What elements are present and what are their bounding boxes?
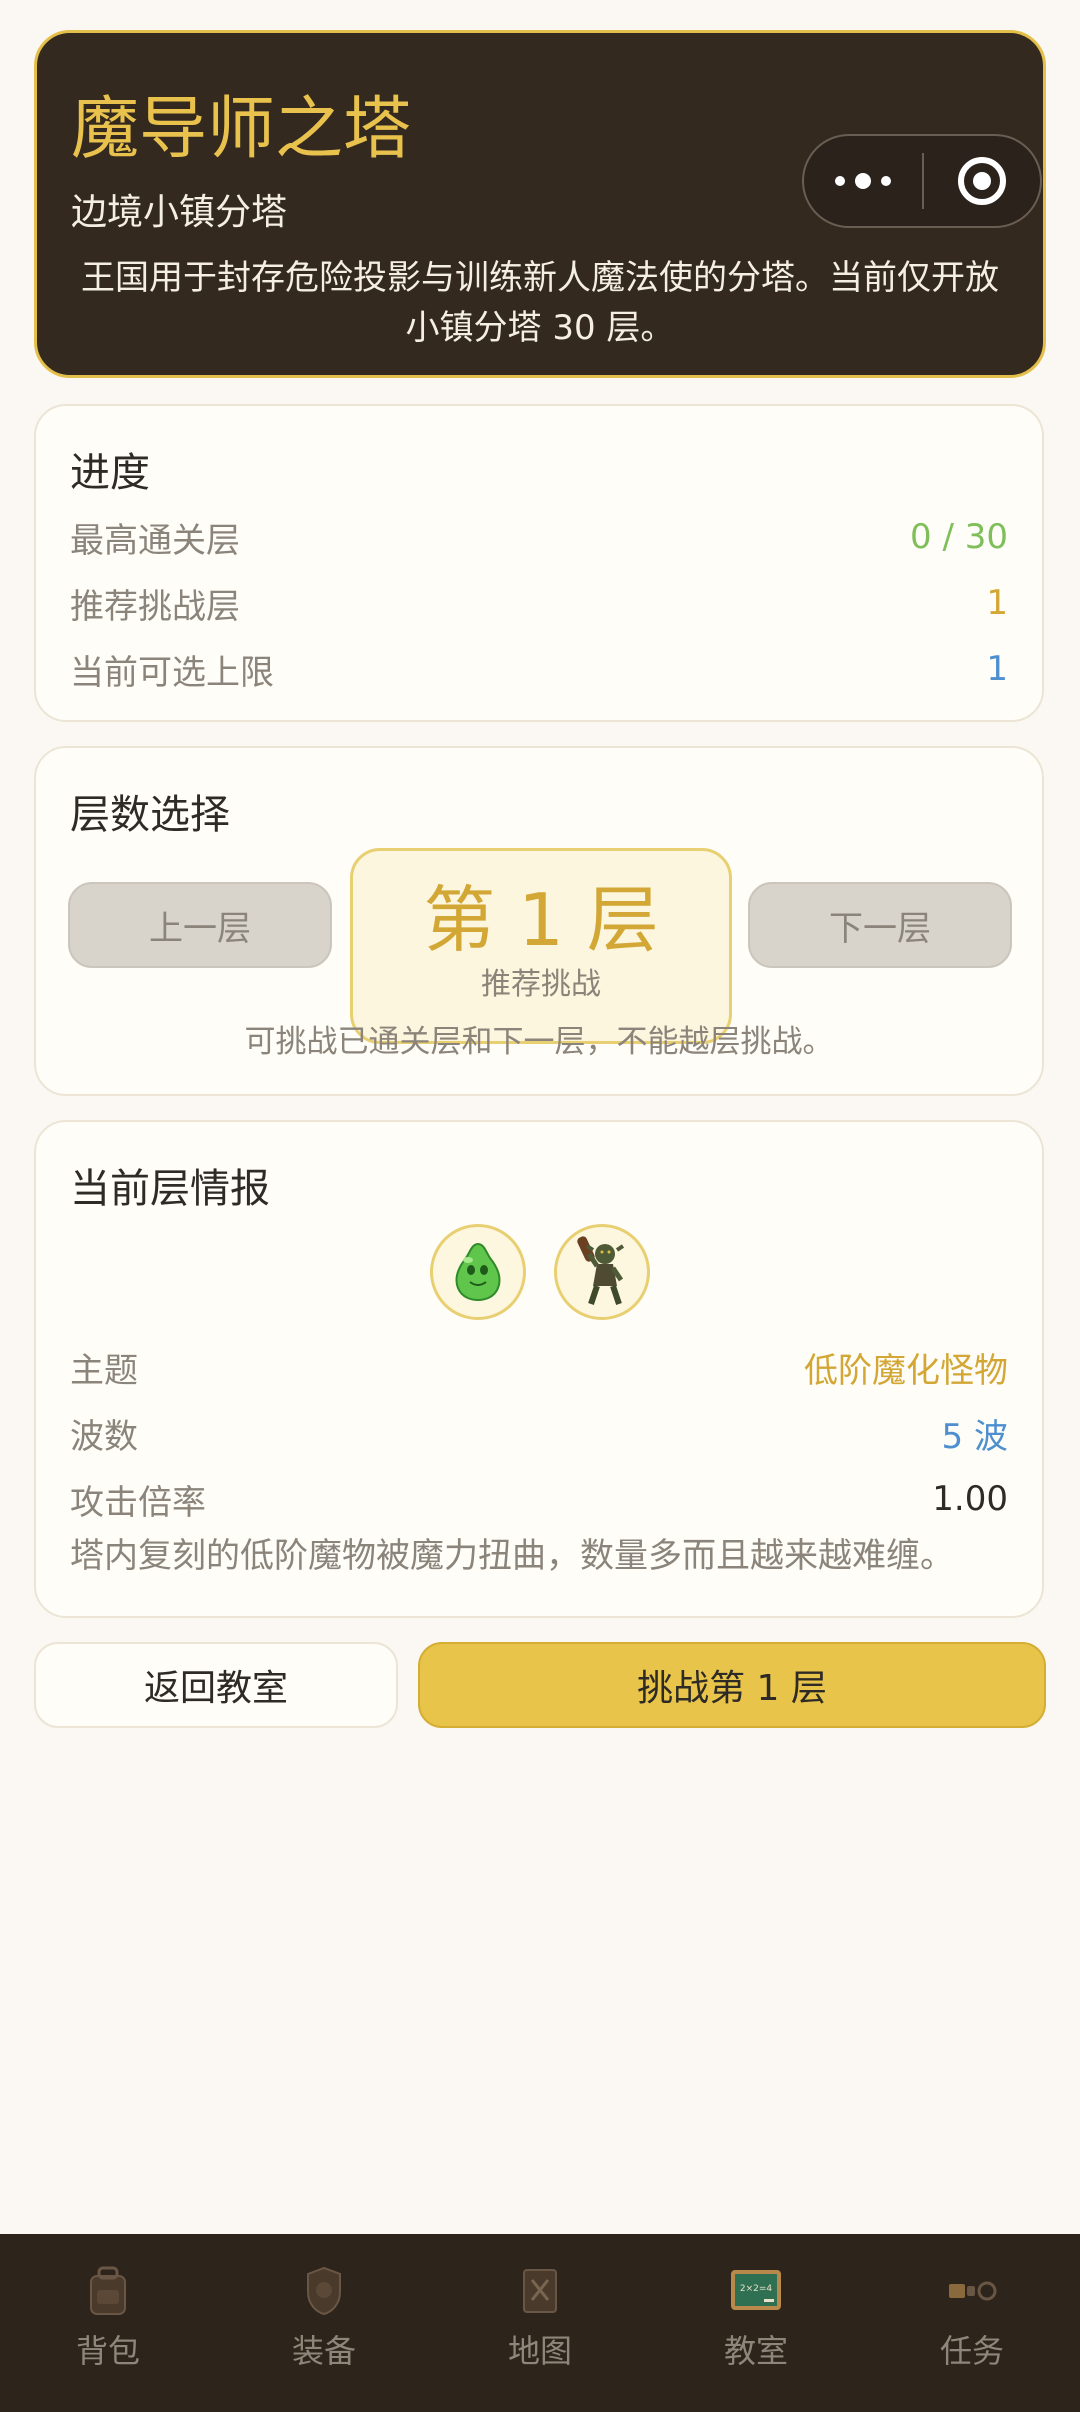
challenge-button[interactable]: 挑战第 1 层 [418,1642,1046,1728]
floor-info-card: 当前层情报 主题 低阶魔化怪物 波数 5 波 攻击倍率 1.00 塔内复刻的低阶… [34,1120,1044,1618]
row-value: 1 [986,583,1008,623]
prev-floor-button[interactable]: 上一层 [68,882,332,968]
row-value: 5 波 [941,1416,1008,1457]
tab-label: 地图 [507,2332,572,2370]
miniprogram-capsule [802,134,1042,228]
task-icon [945,2264,999,2318]
next-floor-button[interactable]: 下一层 [748,882,1012,968]
row-value: 低阶魔化怪物 [804,1350,1008,1391]
progress-row-limit: 当前可选上限 1 [70,644,1008,694]
row-value: 1 [986,649,1008,689]
row-label: 波数 [70,1416,138,1457]
target-circle-icon[interactable] [924,157,1040,205]
row-label: 当前可选上限 [70,652,274,693]
classroom-board-icon: 2×2=4 [729,2264,783,2318]
row-label: 主题 [70,1350,138,1391]
row-label: 攻击倍率 [70,1482,206,1523]
tower-subtitle: 边境小镇分塔 [71,192,288,233]
bottom-tabbar: 背包 装备 地图 2×2=4 教室 任务 [0,2234,1080,2412]
more-dots-icon[interactable] [804,173,922,189]
tab-label: 教室 [723,2332,788,2370]
row-label: 推荐挑战层 [70,586,240,627]
backpack-icon [81,2264,135,2318]
row-value: 0 / 30 [910,517,1008,557]
page-title: 魔导师之塔 [71,90,412,169]
floor-description: 塔内复刻的低阶魔物被魔力扭曲，数量多而且越来越难缠。 [70,1536,954,1576]
goblin-club-icon[interactable] [554,1224,650,1320]
info-row-waves: 波数 5 波 [70,1408,1008,1458]
tab-backpack[interactable]: 背包 [0,2234,216,2412]
progress-row-recommended: 推荐挑战层 1 [70,578,1008,628]
equipment-icon [297,2264,351,2318]
tab-map[interactable]: 地图 [432,2234,648,2412]
green-slime-icon[interactable] [430,1224,526,1320]
floor-select-card: 层数选择 上一层 第 1 层 推荐挑战 下一层 可挑战已通关层和下一层，不能越层… [34,746,1044,1096]
floor-info-title: 当前层情报 [70,1166,270,1212]
tab-equipment[interactable]: 装备 [216,2234,432,2412]
floor-hint: 可挑战已通关层和下一层，不能越层挑战。 [244,1024,834,1060]
tab-task[interactable]: 任务 [864,2234,1080,2412]
floor-select-title: 层数选择 [70,792,230,838]
progress-row-best: 最高通关层 0 / 30 [70,512,1008,562]
tab-label: 任务 [939,2332,1004,2370]
floor-number: 第 1 层 [423,878,659,962]
back-to-classroom-button[interactable]: 返回教室 [34,1642,398,1728]
current-floor-display: 第 1 层 推荐挑战 [350,848,732,1044]
map-icon [513,2264,567,2318]
tab-label: 背包 [75,2332,140,2370]
info-row-attack: 攻击倍率 1.00 [70,1474,1008,1524]
recommended-tag: 推荐挑战 [481,967,601,1002]
tab-label: 装备 [291,2332,356,2370]
tower-description: 王国用于封存危险投影与训练新人魔法使的分塔。当前仅开放小镇分塔 30 层。 [81,258,999,348]
row-label: 最高通关层 [70,520,240,561]
svg-text:2×2=4: 2×2=4 [740,2284,773,2294]
progress-card: 进度 最高通关层 0 / 30 推荐挑战层 1 当前可选上限 1 [34,404,1044,722]
progress-title: 进度 [70,450,150,496]
info-row-theme: 主题 低阶魔化怪物 [70,1342,1008,1392]
row-value: 1.00 [932,1479,1008,1519]
tab-classroom[interactable]: 2×2=4 教室 [648,2234,864,2412]
